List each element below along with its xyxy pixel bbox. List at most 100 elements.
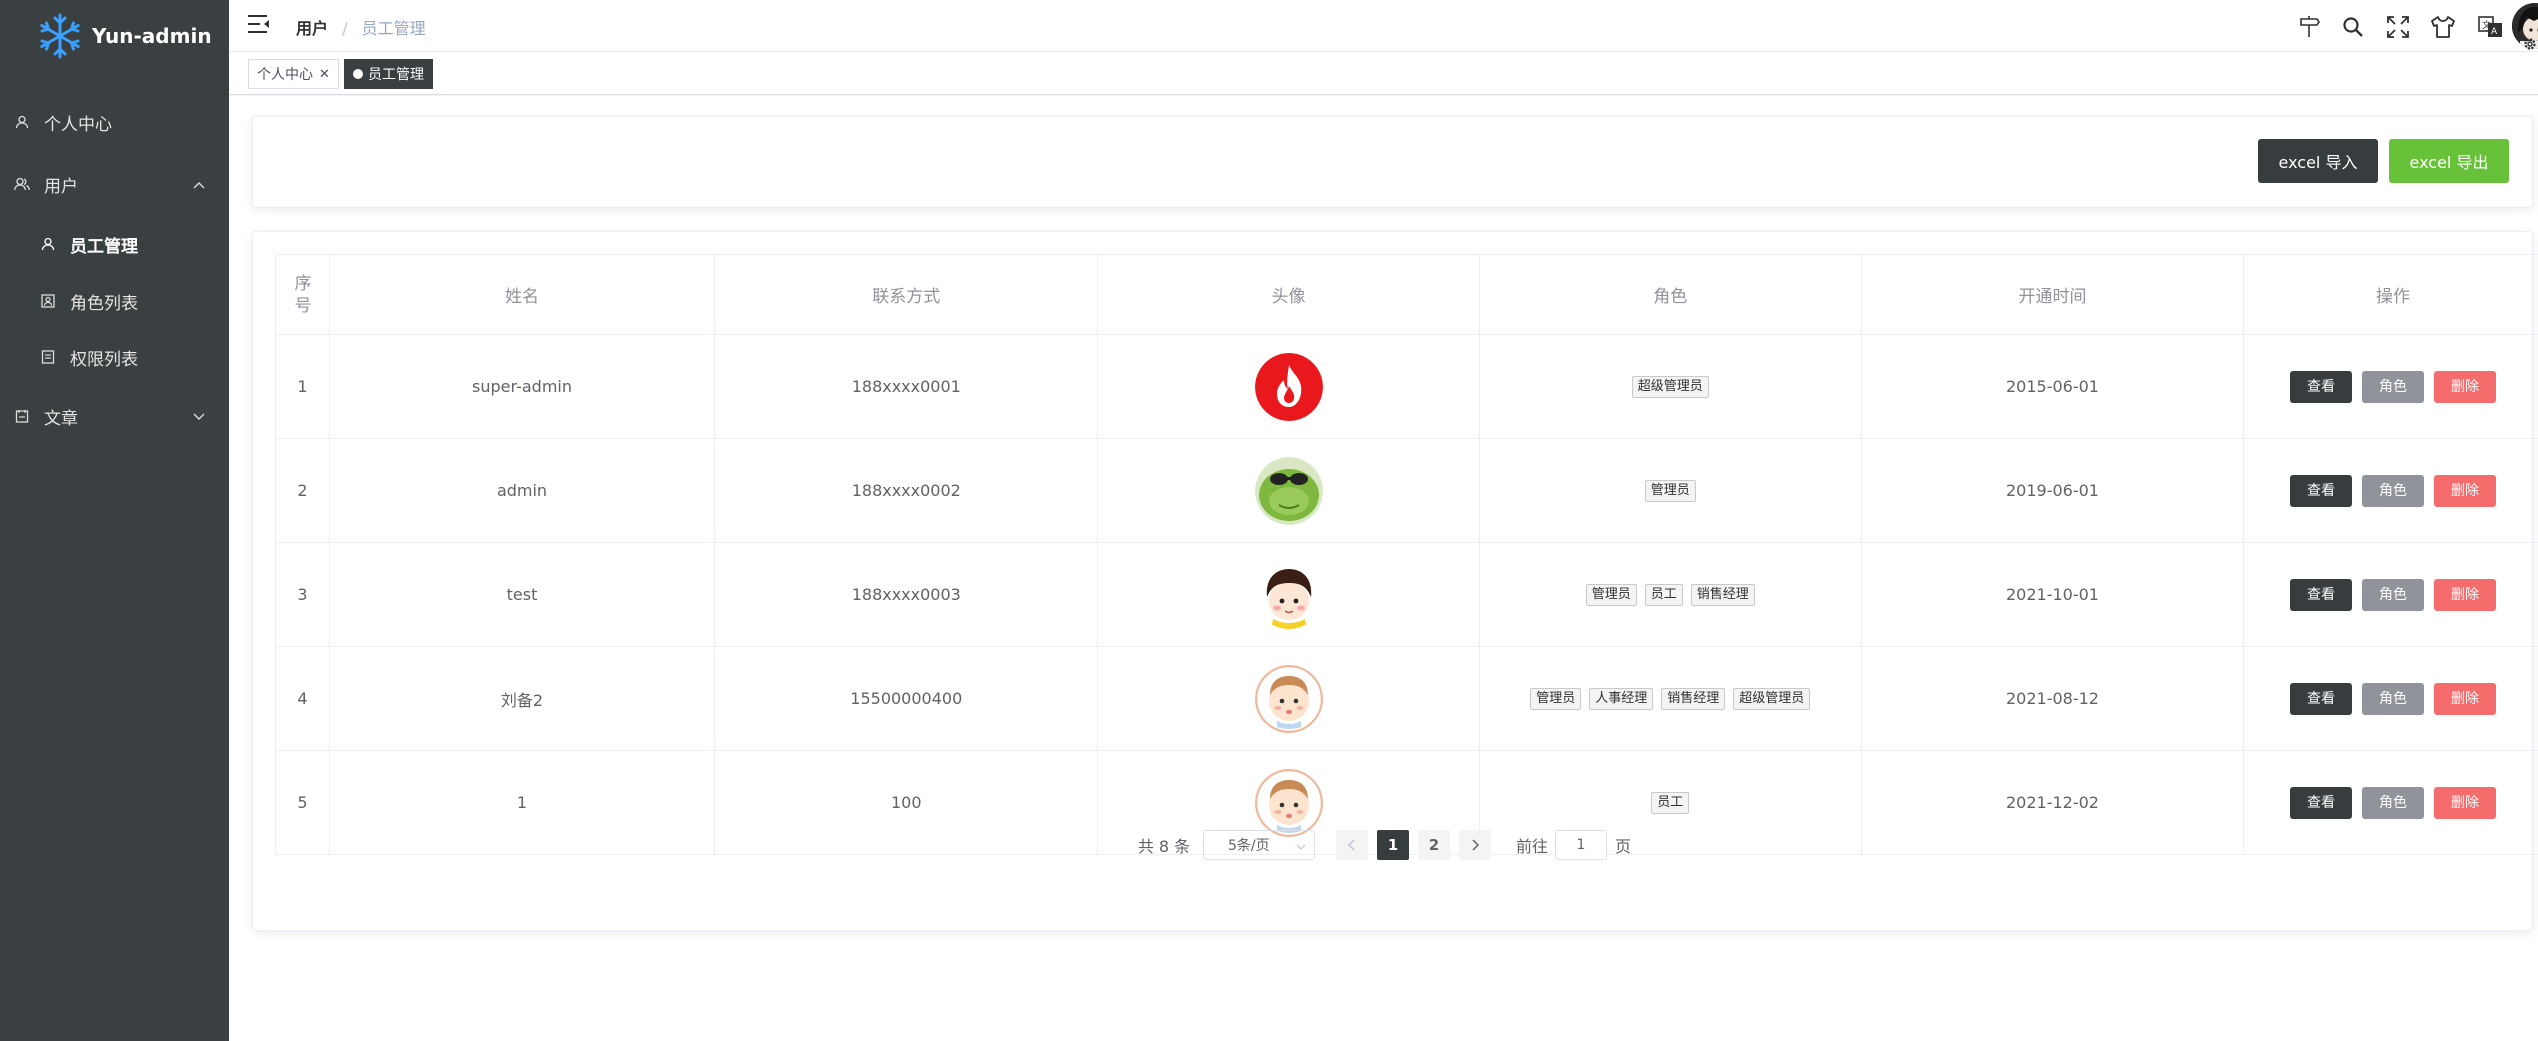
tag-label: 个人中心 xyxy=(257,67,313,83)
cell-mobile: 188xxxx0003 xyxy=(714,542,1099,647)
baby-avatar[interactable] xyxy=(1254,664,1323,733)
role-button[interactable]: 角色 xyxy=(2362,474,2425,507)
active-dot-icon xyxy=(353,69,363,79)
breadcrumb-separator: / xyxy=(342,19,348,38)
cell-mobile: 188xxxx0001 xyxy=(714,334,1099,439)
page-size-select[interactable]: 5条/页 xyxy=(1203,830,1315,860)
cell-open-time: 2021-10-01 xyxy=(1860,542,2245,647)
role-icon xyxy=(40,293,56,309)
fullscreen-icon[interactable] xyxy=(2385,14,2411,40)
search-icon[interactable] xyxy=(2340,14,2366,40)
cell-open-time: 2021-08-12 xyxy=(1860,646,2245,751)
role-tag: 员工 xyxy=(1644,584,1683,606)
next-page-button[interactable] xyxy=(1459,830,1491,860)
cell-actions: 查看 角色 删除 xyxy=(2243,334,2538,439)
table-row: 4 刘备2 15500000400 管理员 人事经理 销售经理 超级管理员 2021-… xyxy=(275,646,2538,751)
excel-export-button[interactable]: excel 导出 xyxy=(2389,139,2509,183)
page-size-value: 5条/页 xyxy=(1228,838,1270,854)
column-header-avatar: 头像 xyxy=(1097,254,1480,335)
delete-button[interactable]: 删除 xyxy=(2434,474,2497,507)
table-row: 3 test 188xxxx0003 管理员 员工 销售经理 2021-10-01 … xyxy=(275,542,2538,647)
role-button[interactable]: 角色 xyxy=(2362,578,2425,611)
cell-avatar xyxy=(1097,542,1480,647)
guide-icon[interactable] xyxy=(2297,14,2323,40)
sidebar-item-label: 角色列表 xyxy=(70,293,138,314)
cell-name: 刘备2 xyxy=(328,646,716,751)
view-button[interactable]: 查看 xyxy=(2290,474,2353,507)
close-icon[interactable]: ✕ xyxy=(319,67,330,82)
user-icon xyxy=(14,114,30,130)
breadcrumb-current: 员工管理 xyxy=(361,19,426,38)
sidebar-item-label: 文章 xyxy=(44,408,78,429)
pagination: 共 8 条 5条/页 1 2 前往 页 xyxy=(253,830,2532,864)
cell-open-time: 2019-06-01 xyxy=(1860,438,2245,543)
users-icon xyxy=(14,176,30,192)
role-button[interactable]: 角色 xyxy=(2362,682,2425,715)
delete-button[interactable]: 删除 xyxy=(2434,578,2497,611)
page-number-active[interactable]: 1 xyxy=(1377,830,1409,860)
sidebar-item-permissions[interactable]: 权限列表 xyxy=(0,343,229,371)
breadcrumb: 用户 / 员工管理 xyxy=(296,15,426,39)
goto-prefix: 前往 xyxy=(1515,837,1548,856)
role-tag: 人事经理 xyxy=(1589,688,1654,710)
sidebar: Yun-admin 个人中心 用户 员工管理 角色列表 权限列表 文章 xyxy=(0,0,229,1041)
chevron-down-icon xyxy=(1296,839,1306,855)
cell-index: 2 xyxy=(275,438,330,543)
language-icon[interactable]: 文A xyxy=(2478,14,2504,40)
toolbar-card: excel 导入 excel 导出 xyxy=(252,116,2533,208)
cell-mobile: 188xxxx0002 xyxy=(714,438,1099,543)
delete-button[interactable]: 删除 xyxy=(2434,682,2497,715)
excel-import-button[interactable]: excel 导入 xyxy=(2258,139,2378,183)
svg-text:A: A xyxy=(2491,27,2498,37)
sidebar-item-employees[interactable]: 员工管理 xyxy=(0,230,229,258)
sidebar-item-profile[interactable]: 个人中心 xyxy=(0,108,229,136)
role-tag: 超级管理员 xyxy=(1733,688,1811,710)
sidebar-item-users[interactable]: 用户 xyxy=(0,170,229,198)
frog-avatar[interactable] xyxy=(1254,456,1323,525)
sidebar-item-roles[interactable]: 角色列表 xyxy=(0,287,229,315)
pagination-total: 共 8 条 xyxy=(1137,837,1191,856)
cell-open-time: 2015-06-01 xyxy=(1860,334,2245,439)
page-number[interactable]: 2 xyxy=(1418,830,1450,860)
tag-profile[interactable]: 个人中心 ✕ xyxy=(248,59,339,89)
role-button[interactable]: 角色 xyxy=(2362,370,2425,403)
role-tag: 销售经理 xyxy=(1690,584,1755,606)
column-header-name: 姓名 xyxy=(328,254,716,335)
boy-avatar[interactable] xyxy=(1254,560,1323,629)
role-button[interactable]: 角色 xyxy=(2362,786,2425,819)
tags-view: 个人中心 ✕ 员工管理 xyxy=(229,53,2538,95)
table-row: 2 admin 188xxxx0002 管理员 2019-06-01 查看 角色删… xyxy=(275,438,2538,543)
cell-mobile: 15500000400 xyxy=(714,646,1099,751)
employee-table: 序号 姓名 联系方式 头像 角色 开通时间 操作 1 super-admin 1… xyxy=(275,254,2538,855)
view-button[interactable]: 查看 xyxy=(2290,370,2353,403)
cell-actions: 查看 角色 删除 xyxy=(2243,646,2538,751)
cell-index: 3 xyxy=(275,542,330,647)
cell-avatar xyxy=(1097,438,1480,543)
goto-page-input[interactable] xyxy=(1555,830,1607,860)
snowflake-logo-icon xyxy=(40,13,80,59)
delete-button[interactable]: 删除 xyxy=(2434,370,2497,403)
baby-avatar[interactable] xyxy=(1254,768,1323,837)
flame-avatar[interactable] xyxy=(1254,352,1323,421)
cell-avatar xyxy=(1097,646,1480,751)
cell-roles: 超级管理员 xyxy=(1478,334,1862,439)
doc-icon xyxy=(14,408,30,424)
tag-employees[interactable]: 员工管理 xyxy=(344,59,433,89)
prev-page-button[interactable] xyxy=(1336,830,1368,860)
logo[interactable]: Yun-admin xyxy=(0,0,229,72)
role-tag: 管理员 xyxy=(1644,480,1696,502)
sidebar-item-label: 员工管理 xyxy=(70,236,138,257)
breadcrumb-item[interactable]: 用户 xyxy=(296,19,328,38)
delete-button[interactable]: 删除 xyxy=(2434,786,2497,819)
tag-label: 员工管理 xyxy=(368,67,424,83)
hamburger-icon[interactable] xyxy=(247,13,271,39)
cell-avatar xyxy=(1097,334,1480,439)
theme-icon[interactable] xyxy=(2430,14,2456,40)
cell-name: test xyxy=(328,542,716,647)
view-button[interactable]: 查看 xyxy=(2290,578,2353,611)
view-button[interactable]: 查看 xyxy=(2290,786,2353,819)
view-button[interactable]: 查看 xyxy=(2290,682,2353,715)
cell-name: admin xyxy=(328,438,716,543)
settings-icon[interactable] xyxy=(2522,36,2538,52)
sidebar-item-articles[interactable]: 文章 xyxy=(0,402,229,430)
